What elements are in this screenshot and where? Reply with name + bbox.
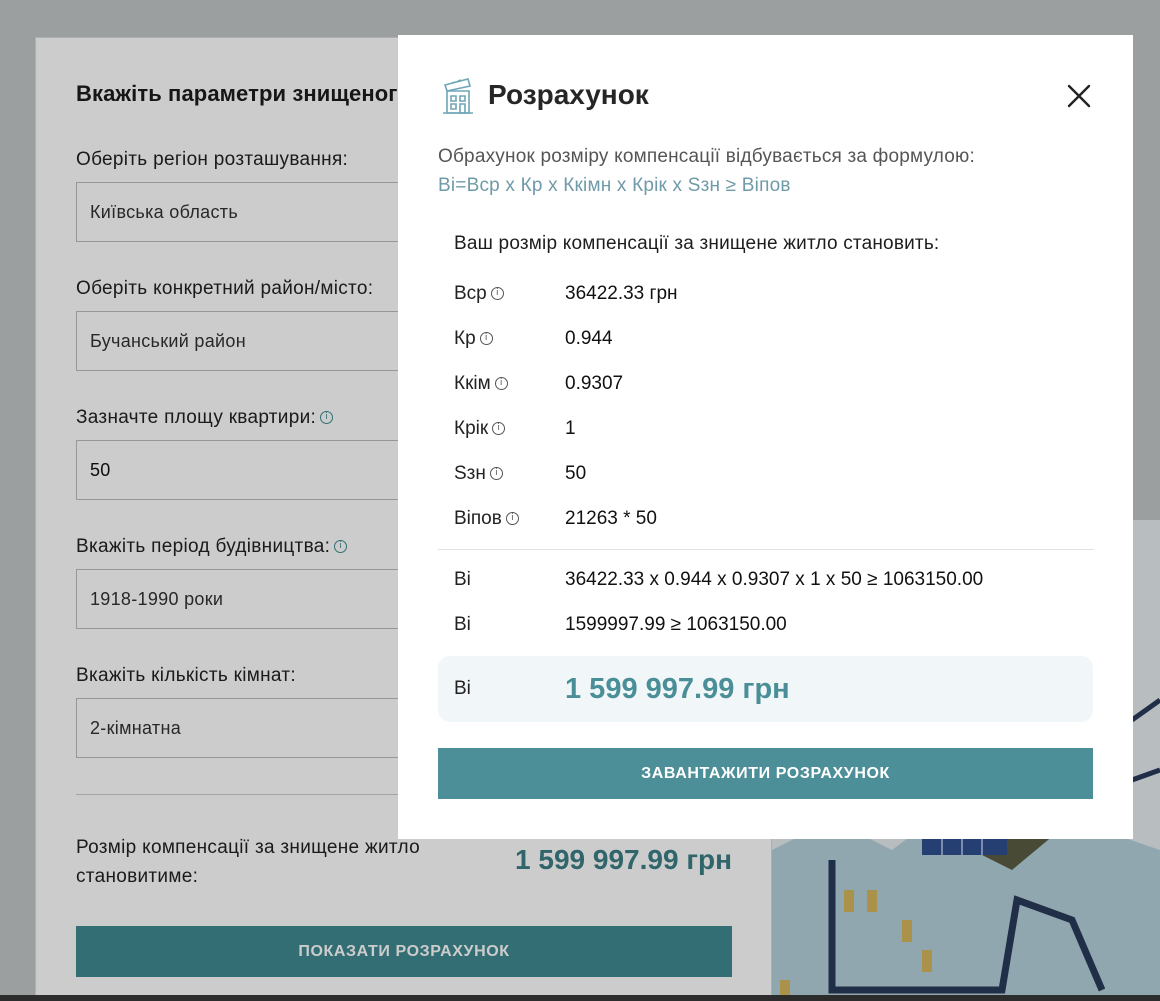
param-name: Вср i (454, 279, 504, 309)
calc-name: Ві (454, 569, 471, 590)
param-name: Кр i (454, 324, 493, 354)
param-row: Кр i 0.944 (454, 324, 1074, 354)
param-value: 0.9307 (565, 373, 624, 394)
building-icon (442, 75, 474, 115)
close-icon[interactable] (1066, 83, 1092, 109)
calc-value: 36422.33 х 0.944 х 0.9307 х 1 х 50 ≥ 106… (565, 569, 984, 590)
calc-name: Ві (454, 614, 471, 635)
info-icon[interactable]: i (492, 422, 506, 436)
info-icon[interactable]: i (489, 467, 503, 481)
param-name: Крік i (454, 414, 506, 444)
formula-intro: Обрахунок розміру компенсації відбуваєть… (438, 146, 975, 167)
result-heading: Ваш розмір компенсації за знищене житло … (454, 233, 940, 254)
param-row: Ккім i 0.9307 (454, 369, 1074, 399)
modal-divider (438, 549, 1094, 550)
param-row: Віпов i 21263 * 50 (454, 504, 1074, 534)
calc-row: Ві 36422.33 х 0.944 х 0.9307 х 1 х 50 ≥ … (454, 565, 1074, 595)
modal-title: Розрахунок (488, 79, 649, 110)
info-icon[interactable]: i (490, 287, 504, 301)
total-box: Ві 1 599 997.99 грн (438, 656, 1093, 722)
calc-value: 1599997.99 ≥ 1063150.00 (565, 614, 787, 635)
param-name: Sзн i (454, 459, 503, 489)
info-icon[interactable]: i (479, 332, 493, 346)
param-row: Вср i 36422.33 грн (454, 279, 1074, 309)
param-row: Sзн i 50 (454, 459, 1074, 489)
param-value: 36422.33 грн (565, 283, 678, 304)
param-value: 21263 * 50 (565, 508, 657, 529)
param-name: Віпов i (454, 504, 519, 534)
param-row: Крік i 1 (454, 414, 1074, 444)
formula: Ві=Вср х Кр х Ккімн х Крік х Sзн ≥ Віпов (438, 175, 791, 196)
taskbar-edge (0, 995, 1160, 1001)
info-icon[interactable]: i (505, 512, 519, 526)
param-name: Ккім i (454, 369, 508, 399)
param-value: 0.944 (565, 328, 613, 349)
calc-row: Ві 1599997.99 ≥ 1063150.00 (454, 610, 1074, 640)
param-value: 1 (565, 418, 576, 439)
param-value: 50 (565, 463, 587, 484)
calculation-modal: Розрахунок Обрахунок розміру компенсації… (398, 35, 1133, 839)
download-calculation-button[interactable]: ЗАВАНТАЖИТИ РОЗРАХУНОК (438, 748, 1093, 799)
total-name: Ві (454, 678, 471, 699)
total-value: 1 599 997.99 грн (565, 673, 790, 705)
info-icon[interactable]: i (494, 377, 508, 391)
